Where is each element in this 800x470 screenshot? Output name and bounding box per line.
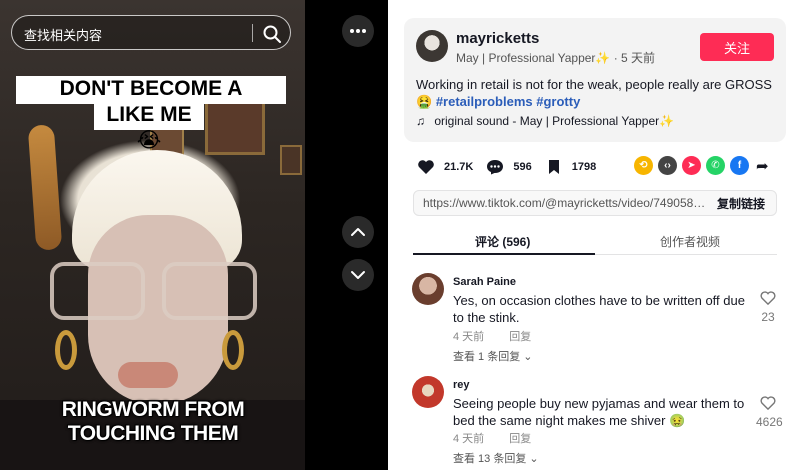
copy-link-button[interactable]: 复制链接 (717, 195, 765, 212)
engagement-stats: 21.7K 596 1798 (416, 156, 608, 178)
search-icon[interactable] (262, 24, 282, 44)
person-lips (118, 362, 178, 388)
commenter-avatar[interactable] (412, 376, 444, 408)
save-button[interactable]: 1798 (544, 157, 596, 177)
video-detail-panel: mayricketts May | Professional Yapper✨ ·… (388, 0, 800, 470)
glasses-lens (50, 262, 145, 320)
embed-code-icon[interactable]: ‹› (658, 156, 677, 175)
comment-count: 596 (513, 161, 532, 173)
music-note-icon: ♫ (416, 114, 425, 128)
more-dots-icon (350, 29, 366, 33)
panel-tabs: 评论 (596) 创作者视频 (413, 228, 777, 255)
comment-like-button[interactable]: 23 (756, 291, 780, 324)
view-replies-label: 查看 13 条回复 (453, 453, 527, 465)
bookmark-icon (544, 157, 564, 177)
video-link-box: https://www.tiktok.com/@mayricketts/vide… (413, 190, 777, 216)
tab-creator-videos[interactable]: 创作者视频 (660, 233, 720, 250)
more-options-button[interactable] (342, 15, 374, 47)
chevron-up-icon (351, 228, 365, 236)
share-options: ⟲ ‹› ➤ ✆ f ➦ (634, 156, 769, 175)
repost-icon[interactable]: ⟲ (634, 156, 653, 175)
save-count: 1798 (571, 161, 597, 173)
chevron-down-icon: ⌄ (529, 453, 539, 465)
whatsapp-icon[interactable]: ✆ (706, 156, 725, 175)
like-button[interactable]: 21.7K (416, 157, 473, 177)
view-replies-button[interactable]: 查看 1 条回复 ⌄ (453, 348, 533, 364)
commenter-name[interactable]: rey (453, 379, 470, 391)
send-to-friend-icon[interactable]: ➤ (682, 156, 701, 175)
comment-time: 4 天前 (453, 433, 485, 445)
comment-text: Yes, on occasion clothes have to be writ… (453, 293, 745, 325)
sound-label: original sound - May | Professional Yapp… (434, 114, 675, 128)
video-subtitle: RINGWORM FROM TOUCHING THEM (61, 398, 245, 445)
comment-item: Sarah Paine Yes, on occasion clothes hav… (412, 273, 782, 363)
video-description: Working in retail is not for the weak, p… (416, 76, 776, 110)
heart-icon (416, 157, 436, 177)
reply-button[interactable]: 回复 (509, 433, 531, 445)
comment-icon (485, 157, 505, 177)
author-subline: May | Professional Yapper✨ · 5 天前 (456, 49, 655, 66)
comment-like-count: 23 (761, 310, 775, 324)
facebook-icon[interactable]: f (730, 156, 749, 175)
next-video-button[interactable] (342, 259, 374, 291)
earring (55, 330, 77, 370)
glasses-lens (162, 262, 257, 320)
comment-button[interactable]: 596 (485, 157, 532, 177)
search-bar[interactable]: 查找相关内容 (11, 15, 291, 50)
wall-poster (280, 145, 302, 175)
person-glasses (50, 262, 260, 322)
post-time: · 5 天前 (613, 51, 656, 65)
active-tab-indicator (413, 253, 595, 255)
comment-meta: 4 天前 回复 (453, 328, 553, 344)
chevron-down-icon (351, 271, 365, 279)
share-more-icon[interactable]: ➦ (756, 157, 769, 175)
hashtag-link[interactable]: #grotty (536, 94, 580, 109)
earring (222, 330, 244, 370)
video-url[interactable]: https://www.tiktok.com/@mayricketts/vide… (423, 196, 707, 210)
reply-button[interactable]: 回复 (509, 331, 531, 343)
like-count: 21.7K (444, 161, 474, 173)
search-input[interactable]: 查找相关内容 (24, 25, 102, 44)
view-replies-button[interactable]: 查看 13 条回复 ⌄ (453, 450, 539, 466)
tab-comments[interactable]: 评论 (596) (475, 233, 530, 250)
video-caption-line2: LIKE ME😭 (94, 102, 204, 152)
author-info-card: mayricketts May | Professional Yapper✨ ·… (404, 18, 786, 142)
follow-button[interactable]: 关注 (700, 33, 774, 61)
author-username[interactable]: mayricketts (456, 30, 539, 47)
heart-outline-icon (760, 396, 776, 411)
chevron-down-icon: ⌄ (523, 351, 533, 363)
author-avatar[interactable] (416, 30, 448, 62)
view-replies-label: 查看 1 条回复 (453, 351, 521, 363)
hashtag-link[interactable]: #retailproblems (436, 94, 533, 109)
video-player[interactable]: 查找相关内容 DON'T BECOME A VICTIM LIKE ME😭 RI… (0, 0, 305, 470)
heart-outline-icon (760, 291, 776, 306)
comment-text: Seeing people buy new pyjamas and wear t… (453, 396, 745, 428)
video-caption-line1: DON'T BECOME A VICTIM (16, 76, 286, 126)
search-divider (252, 24, 253, 42)
comment-item: rey Seeing people buy new pyjamas and we… (412, 376, 783, 468)
sound-link[interactable]: ♫ original sound - May | Professional Ya… (416, 114, 674, 128)
previous-video-button[interactable] (342, 216, 374, 248)
author-display-name: May | Professional Yapper✨ (456, 51, 611, 65)
comment-time: 4 天前 (453, 331, 485, 343)
comment-meta: 4 天前 回复 (453, 430, 553, 446)
commenter-name[interactable]: Sarah Paine (453, 276, 516, 288)
comment-like-button[interactable]: 4626 (756, 396, 783, 429)
commenter-avatar[interactable] (412, 273, 444, 305)
comment-like-count: 4626 (756, 415, 783, 429)
